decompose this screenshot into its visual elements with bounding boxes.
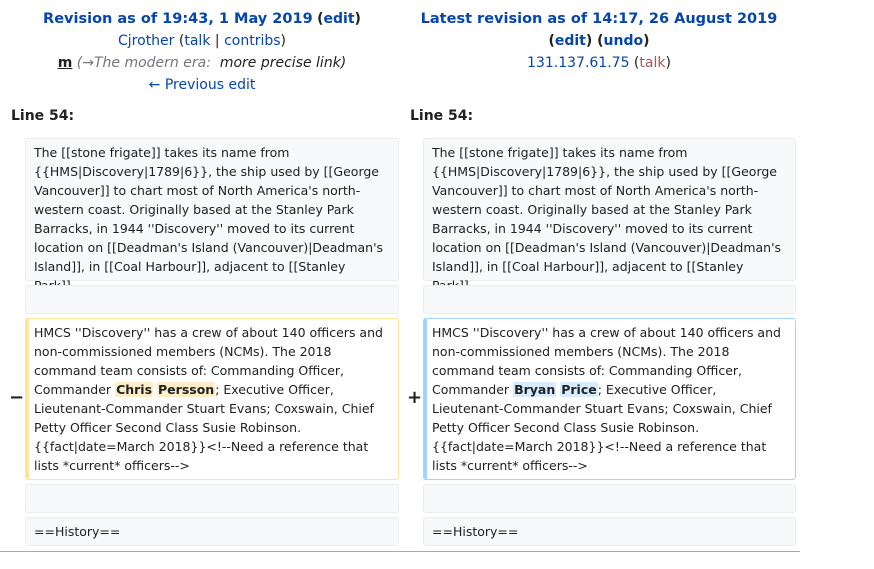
deleted-line-marker: − — [9, 387, 25, 408]
line-number-left: Line 54: — [11, 108, 75, 124]
new-edit-link[interactable]: edit — [555, 33, 586, 49]
added-line-marker: + — [407, 387, 423, 408]
old-revision-header: Revision as of 19:43, 1 May 2019 (edit) … — [43, 11, 361, 93]
line-number-right: Line 54: — [410, 108, 474, 124]
bottom-divider — [0, 551, 800, 552]
summary-text: more precise link) — [219, 55, 347, 71]
edit-summary: (→The modern era: more precise link) — [77, 55, 347, 71]
deleted-word-last: Persson — [157, 382, 216, 397]
empty-context-cell-right-2 — [423, 484, 796, 513]
previous-edit-link[interactable]: ← Previous edit — [149, 77, 256, 93]
empty-context-cell-left — [25, 285, 399, 314]
old-user-talk-link[interactable]: talk — [184, 33, 210, 49]
old-user-link[interactable]: Cjrother — [118, 33, 174, 49]
old-user-contribs-link[interactable]: contribs — [224, 33, 280, 49]
old-revision-link[interactable]: Revision as of 19:43, 1 May 2019 — [43, 11, 313, 27]
added-word-first: Bryan — [513, 382, 557, 397]
empty-context-cell-right — [423, 285, 796, 314]
new-user-link[interactable]: 131.137.61.75 — [527, 55, 629, 71]
empty-context-cell-left-2 — [25, 484, 399, 513]
minor-edit-badge: m — [57, 55, 73, 71]
context-cell-left: The [[stone frigate]] takes its name fro… — [25, 138, 399, 293]
history-cell-right: ==History== — [423, 517, 796, 546]
new-revision-link[interactable]: Latest revision as of 14:17, 26 August 2… — [421, 11, 778, 27]
undo-link[interactable]: undo — [604, 33, 644, 49]
added-word-last: Price — [560, 382, 598, 397]
context-cell-right: The [[stone frigate]] takes its name fro… — [423, 138, 796, 293]
deleted-word-first: Chris — [115, 382, 154, 397]
old-edit-link[interactable]: edit — [324, 11, 355, 27]
summary-section-link[interactable]: The modern era: — [94, 55, 211, 71]
new-user-talk-link[interactable]: talk — [639, 55, 665, 71]
added-line-cell: HMCS ''Discovery'' has a crew of about 1… — [423, 318, 796, 480]
deleted-line-cell: HMCS ''Discovery'' has a crew of about 1… — [25, 318, 399, 480]
summary-arrow: (→ — [76, 55, 94, 71]
new-revision-header: Latest revision as of 14:17, 26 August 2… — [420, 11, 778, 71]
history-cell-left: ==History== — [25, 517, 399, 546]
